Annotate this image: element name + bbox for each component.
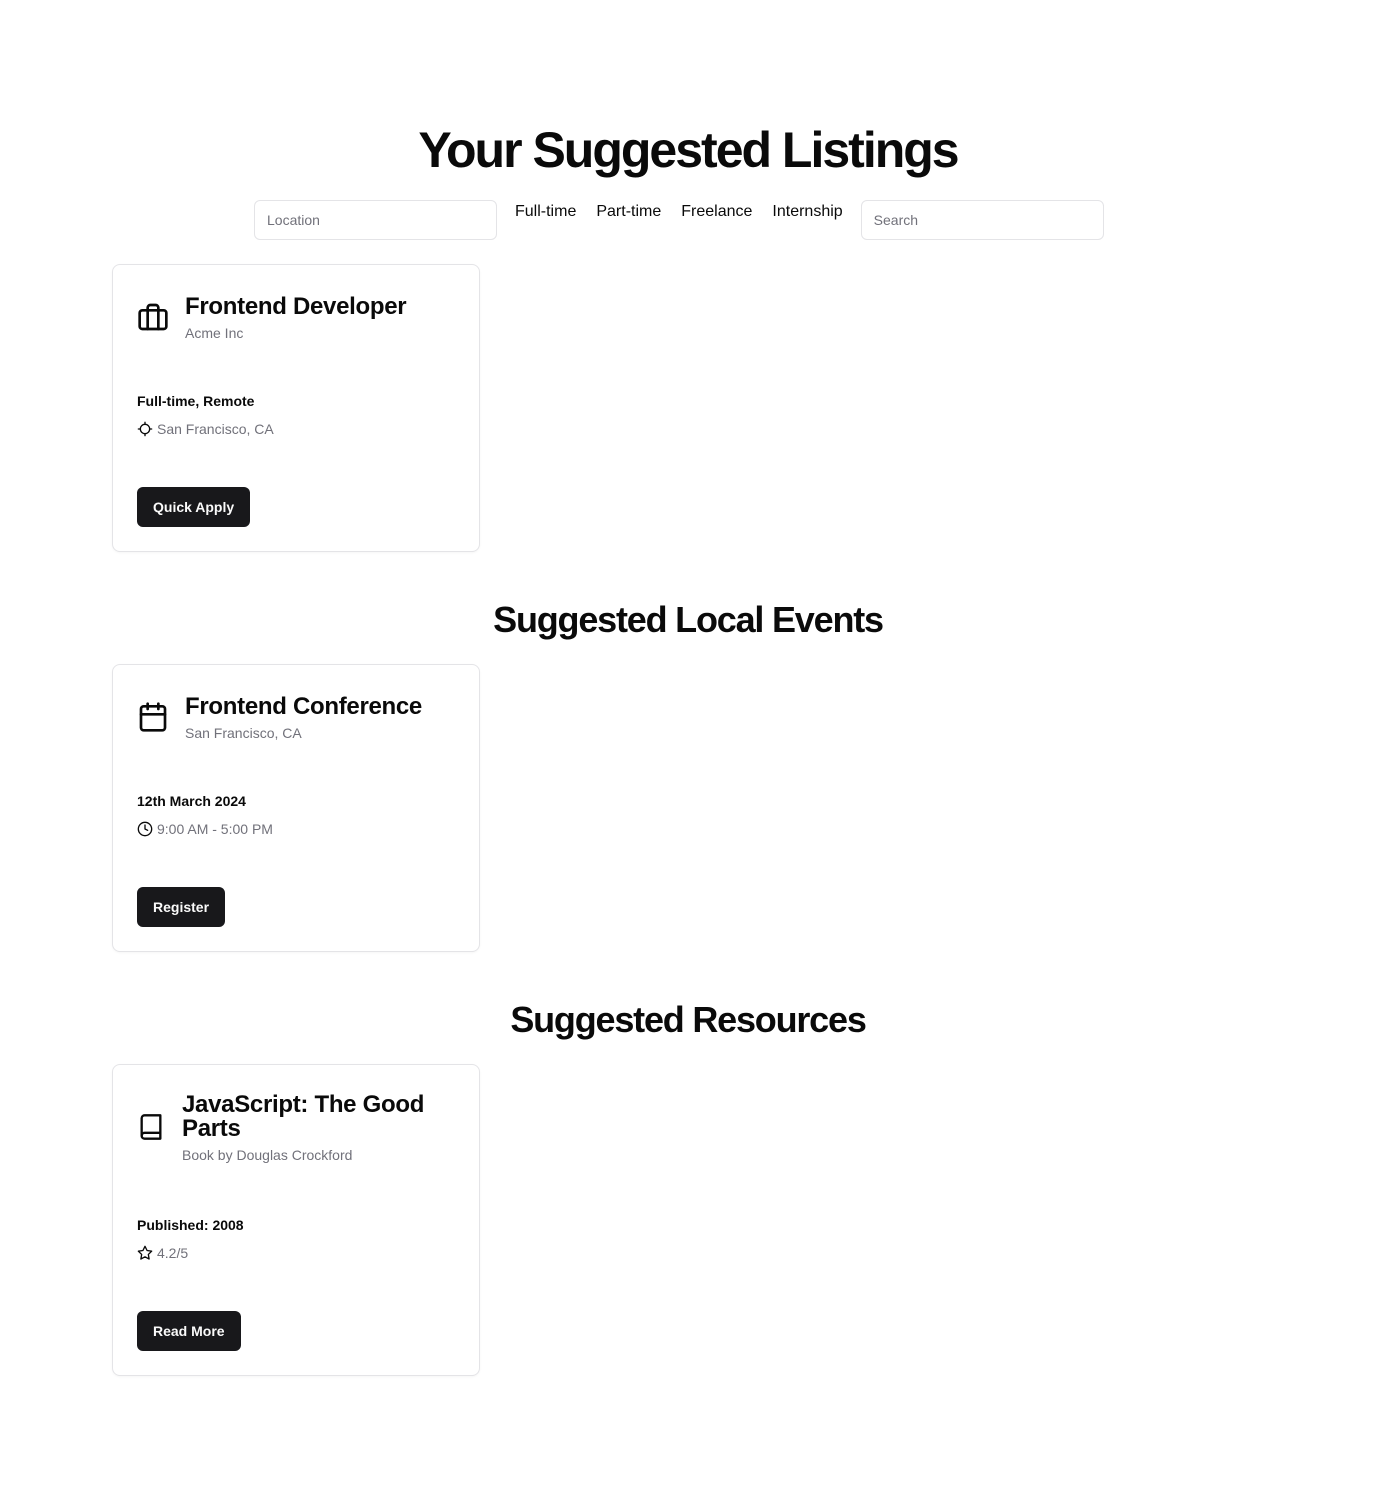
event-location: San Francisco, CA [185,725,302,741]
book-icon [137,1111,165,1143]
event-time: 9:00 AM - 5:00 PM [137,819,273,839]
filter-freelance[interactable]: Freelance [681,200,752,224]
job-type: Full-time, Remote [137,393,255,409]
clock-icon [137,821,157,837]
events-section-title: Suggested Local Events [493,599,884,640]
resource-published: Published: 2008 [137,1217,244,1233]
event-time-label: 9:00 AM - 5:00 PM [157,821,273,837]
register-button[interactable]: Register [137,887,226,927]
card-header: JavaScript: The Good Parts Book by Dougl… [137,1093,437,1165]
job-location-label: San Francisco, CA [157,421,274,437]
resource-subtitle: Book by Douglas Crockford [182,1147,353,1163]
event-card: Frontend Conference San Francisco, CA 12… [112,664,480,952]
resource-card: JavaScript: The Good Parts Book by Dougl… [112,1064,480,1376]
page-title: Your Suggested Listings [418,122,959,178]
event-date: 12th March 2024 [137,793,246,809]
card-header: Frontend Developer Acme Inc [137,293,407,343]
filter-internship[interactable]: Internship [772,200,842,224]
resources-section-title: Suggested Resources [510,999,867,1040]
company-name: Acme Inc [185,325,244,341]
calendar-icon [137,701,169,733]
job-location: San Francisco, CA [137,419,274,439]
search-input[interactable] [860,200,1104,240]
resource-rating-label: 4.2/5 [157,1245,189,1261]
event-title: Frontend Conference [185,693,422,720]
crosshair-icon [137,421,157,437]
filter-bar: Full-time Part-time Freelance Internship [254,200,1122,240]
star-icon [137,1245,157,1261]
card-header: Frontend Conference San Francisco, CA [137,693,422,743]
briefcase-icon [137,301,169,333]
read-more-button[interactable]: Read More [137,1311,241,1351]
job-listing-card: Frontend Developer Acme Inc Full-time, R… [112,264,480,552]
filter-full-time[interactable]: Full-time [515,200,576,224]
quick-apply-button[interactable]: Quick Apply [137,487,251,527]
job-title: Frontend Developer [185,293,407,320]
resource-title: JavaScript: The Good Parts [182,1091,425,1142]
resource-rating: 4.2/5 [137,1243,188,1263]
location-input[interactable] [254,200,497,240]
filter-part-time[interactable]: Part-time [596,200,661,224]
job-type-filters: Full-time Part-time Freelance Internship [515,200,843,240]
